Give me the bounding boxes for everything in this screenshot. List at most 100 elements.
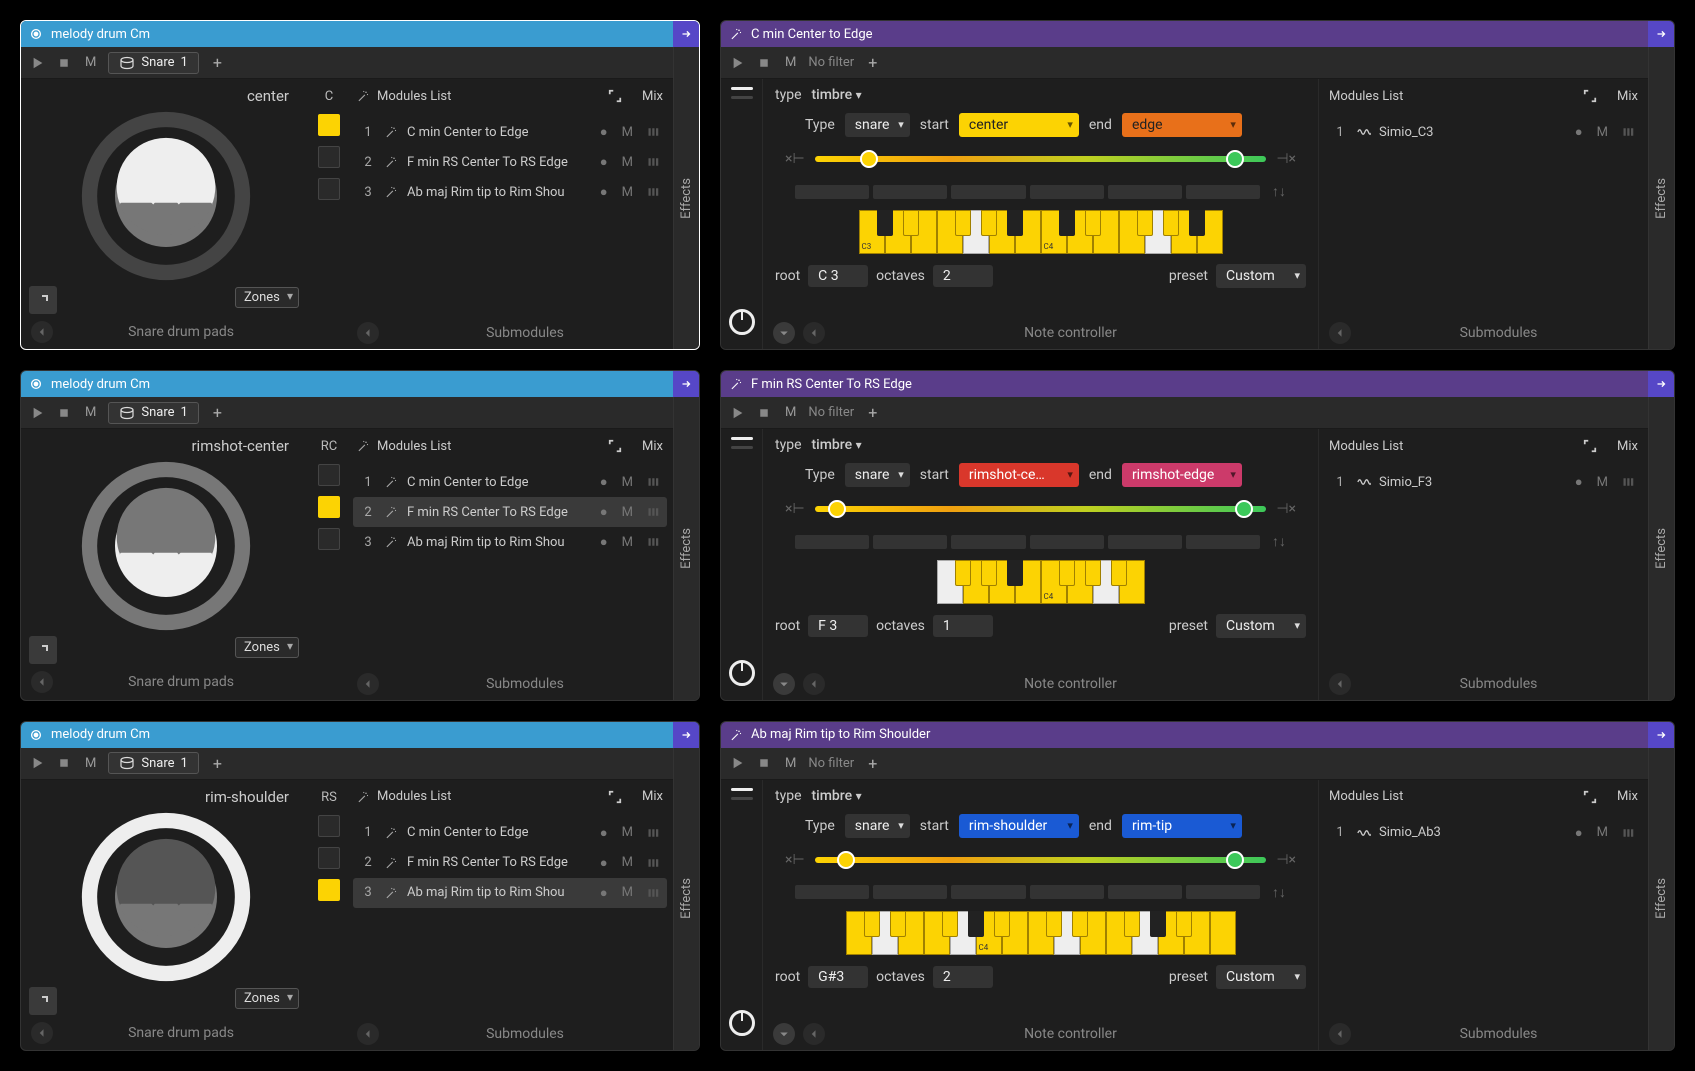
- mute-button[interactable]: M: [81, 405, 100, 420]
- mute-button[interactable]: M: [781, 55, 800, 70]
- zone-square[interactable]: [318, 847, 340, 869]
- panel-titlebar[interactable]: Ab maj Rim tip to Rim Shoulder: [721, 722, 1674, 748]
- panel-titlebar[interactable]: F min RS Center To RS Edge: [721, 371, 1674, 397]
- stop-button[interactable]: [755, 754, 773, 772]
- piano-black-key[interactable]: [1007, 210, 1023, 236]
- piano-black-key[interactable]: [903, 210, 919, 236]
- module-mute[interactable]: M: [1597, 475, 1608, 490]
- mute-button[interactable]: M: [781, 405, 800, 420]
- segment[interactable]: [873, 535, 947, 549]
- piano-black-key[interactable]: [1163, 210, 1179, 236]
- piano-black-key[interactable]: [968, 911, 984, 937]
- start-select[interactable]: center: [959, 113, 1079, 137]
- knob[interactable]: [729, 309, 755, 335]
- level-mark[interactable]: [731, 87, 753, 90]
- expand-arrow-button[interactable]: [1648, 371, 1674, 397]
- expand-icon[interactable]: [608, 89, 622, 103]
- drum-graphic[interactable]: [33, 111, 299, 281]
- nav-prev-button[interactable]: [1329, 322, 1351, 344]
- segment[interactable]: [1108, 885, 1182, 899]
- play-button[interactable]: [29, 54, 47, 72]
- module-row[interactable]: 3 Ab maj Rim tip to Rim Shou ● M: [353, 527, 667, 557]
- preset-select[interactable]: Custom: [1216, 965, 1306, 989]
- zone-square[interactable]: [318, 146, 340, 168]
- stop-button[interactable]: [755, 54, 773, 72]
- segment[interactable]: [795, 535, 869, 549]
- slider-thumb-start[interactable]: [837, 851, 855, 869]
- level-mark[interactable]: [731, 788, 753, 791]
- type-select[interactable]: snare: [845, 814, 910, 838]
- zones-select[interactable]: Zones: [235, 637, 299, 658]
- nav-prev-button[interactable]: [803, 1023, 825, 1045]
- piano-keyboard[interactable]: C3C4: [859, 210, 1223, 254]
- piano-white-key[interactable]: [1210, 911, 1236, 955]
- play-button[interactable]: [29, 404, 47, 422]
- add-button[interactable]: +: [862, 754, 883, 773]
- piano-black-key[interactable]: [994, 911, 1010, 937]
- piano-black-key[interactable]: [890, 911, 906, 937]
- end-select[interactable]: edge: [1122, 113, 1242, 137]
- expand-icon[interactable]: [608, 439, 622, 453]
- root-field[interactable]: C 3: [808, 265, 868, 287]
- segment[interactable]: [951, 885, 1025, 899]
- module-mute[interactable]: M: [622, 885, 633, 900]
- nav-prev-button[interactable]: [1329, 1023, 1351, 1045]
- zones-select[interactable]: Zones: [235, 287, 299, 308]
- level-mark[interactable]: [731, 446, 753, 449]
- nav-down-button[interactable]: [773, 673, 795, 695]
- octaves-field[interactable]: 2: [933, 966, 993, 988]
- slider-thumb-start[interactable]: [828, 500, 846, 518]
- segment[interactable]: [1108, 185, 1182, 199]
- level-mark[interactable]: [731, 797, 753, 800]
- zone-square[interactable]: [318, 178, 340, 200]
- stop-button[interactable]: [55, 754, 73, 772]
- segment[interactable]: [1030, 185, 1104, 199]
- expand-button[interactable]: [29, 286, 57, 314]
- end-select[interactable]: rim-tip: [1122, 814, 1242, 838]
- expand-arrow-button[interactable]: [1648, 21, 1674, 47]
- piano-black-key[interactable]: [955, 210, 971, 236]
- panel-titlebar[interactable]: C min Center to Edge: [721, 21, 1674, 47]
- type-select[interactable]: snare: [845, 463, 910, 487]
- piano-black-key[interactable]: [1072, 911, 1088, 937]
- start-select[interactable]: rimshot-ce…: [959, 463, 1079, 487]
- piano-black-key[interactable]: [864, 911, 880, 937]
- add-button[interactable]: +: [207, 754, 228, 773]
- add-button[interactable]: +: [862, 53, 883, 72]
- zone-square[interactable]: [318, 815, 340, 837]
- slider-thumb-end[interactable]: [1226, 851, 1244, 869]
- zones-select[interactable]: Zones: [235, 988, 299, 1009]
- effects-tab[interactable]: Effects: [673, 748, 699, 1050]
- effects-tab[interactable]: Effects: [1648, 47, 1674, 349]
- nav-prev-button[interactable]: [31, 321, 53, 343]
- module-row[interactable]: 2 F min RS Center To RS Edge ● M: [353, 147, 667, 177]
- piano-black-key[interactable]: [877, 210, 893, 236]
- add-button[interactable]: +: [207, 53, 228, 72]
- knob[interactable]: [729, 660, 755, 686]
- bars-icon[interactable]: [647, 186, 661, 198]
- segment[interactable]: [795, 885, 869, 899]
- segment[interactable]: [873, 885, 947, 899]
- piano-black-key[interactable]: [1007, 560, 1023, 586]
- piano-black-key[interactable]: [1046, 911, 1062, 937]
- zone-square[interactable]: [318, 496, 340, 518]
- snare-chip[interactable]: Snare 1: [108, 752, 198, 774]
- module-row[interactable]: 2 F min RS Center To RS Edge ● M: [353, 848, 667, 878]
- piano-black-key[interactable]: [1085, 560, 1101, 586]
- stop-button[interactable]: [55, 404, 73, 422]
- module-mute[interactable]: M: [1597, 825, 1608, 840]
- preset-select[interactable]: Custom: [1216, 264, 1306, 288]
- module-row[interactable]: 1 C min Center to Edge ● M: [353, 818, 667, 848]
- effects-tab[interactable]: Effects: [1648, 397, 1674, 699]
- segment[interactable]: [873, 185, 947, 199]
- module-mute[interactable]: M: [622, 505, 633, 520]
- mute-button[interactable]: M: [81, 55, 100, 70]
- module-mute[interactable]: M: [622, 825, 633, 840]
- piano-black-key[interactable]: [1059, 560, 1075, 586]
- add-button[interactable]: +: [862, 403, 883, 422]
- module-row[interactable]: 1 Simio_Ab3 ● M: [1325, 818, 1642, 848]
- expand-arrow-button[interactable]: [673, 371, 699, 397]
- play-button[interactable]: [29, 754, 47, 772]
- piano-black-key[interactable]: [981, 210, 997, 236]
- module-row[interactable]: 1 Simio_C3 ● M: [1325, 117, 1642, 147]
